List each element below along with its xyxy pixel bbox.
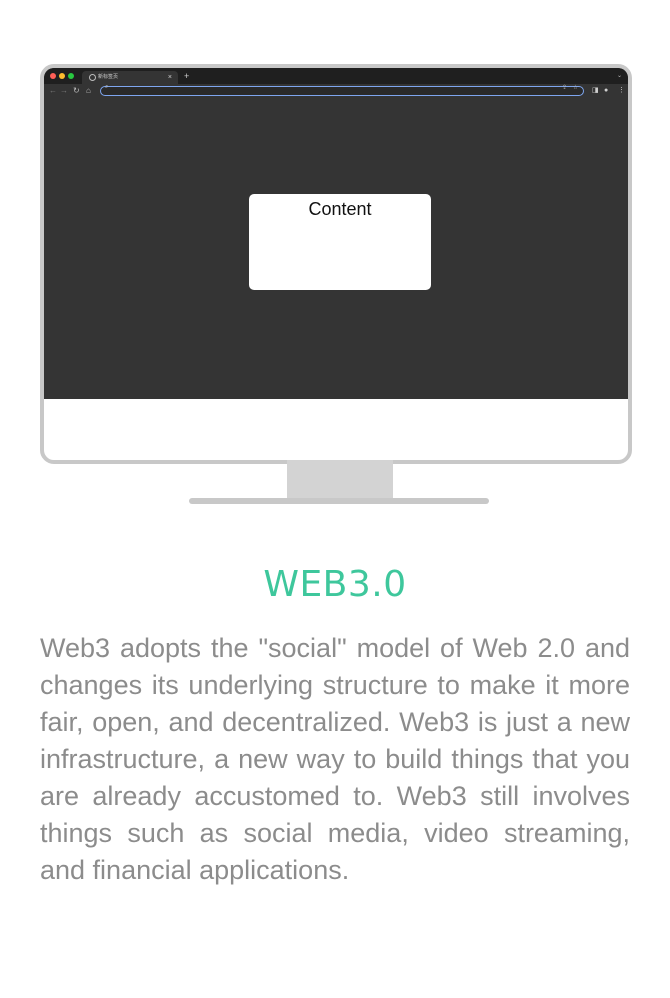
search-icon: ⌕ — [105, 84, 109, 90]
side-panel-icon[interactable]: ◨ — [592, 84, 599, 98]
content-label: Content — [308, 199, 372, 219]
monitor-illustration: 新标签页 × + ⌄ ← → ↻ ⌂ ⌕ ⇪ ☆ ◨ ● ⋮ Content — [40, 64, 632, 464]
chevron-down-icon[interactable]: ⌄ — [617, 70, 622, 82]
kebab-menu-icon[interactable]: ⋮ — [618, 84, 625, 98]
content-card: Content — [249, 194, 431, 290]
section-title: WEB3.0 — [263, 564, 407, 605]
star-icon[interactable]: ☆ — [573, 84, 578, 91]
share-icon[interactable]: ⇪ — [562, 84, 567, 91]
window-minimize-dot[interactable] — [59, 73, 65, 79]
home-icon[interactable]: ⌂ — [86, 84, 91, 98]
arrow-left-icon[interactable]: ← — [49, 84, 57, 98]
arrow-right-icon[interactable]: → — [60, 84, 68, 98]
section-description: Web3 adopts the "social" model of Web 2.… — [40, 633, 630, 885]
tab-title: 新标签页 — [98, 74, 119, 80]
monitor-stand-neck — [287, 460, 393, 498]
close-icon[interactable]: × — [168, 71, 172, 84]
browser-tab[interactable]: 新标签页 × — [82, 71, 178, 84]
window-close-dot[interactable] — [50, 73, 56, 79]
browser-tab-bar: 新标签页 × + ⌄ — [44, 68, 628, 84]
address-bar[interactable]: ⌕ ⇪ ☆ — [100, 84, 584, 96]
reload-icon[interactable]: ↻ — [73, 84, 80, 98]
new-tab-icon[interactable]: + — [184, 69, 189, 83]
browser-toolbar: ← → ↻ ⌂ ⌕ ⇪ ☆ ◨ ● ⋮ — [44, 84, 628, 98]
globe-icon — [89, 74, 96, 81]
window-maximize-dot[interactable] — [68, 73, 74, 79]
monitor-stand-base — [189, 498, 489, 504]
profile-icon[interactable]: ● — [604, 84, 608, 98]
monitor-screen: 新标签页 × + ⌄ ← → ↻ ⌂ ⌕ ⇪ ☆ ◨ ● ⋮ Content — [44, 68, 628, 399]
